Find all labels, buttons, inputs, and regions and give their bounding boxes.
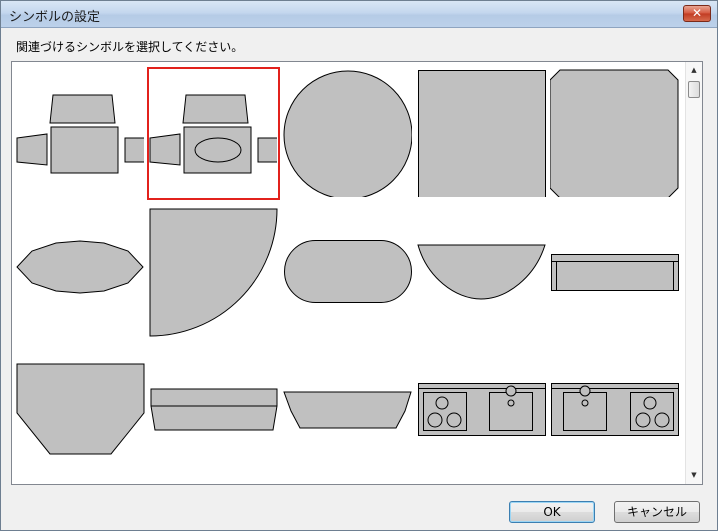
scroll-thumb[interactable] bbox=[688, 81, 700, 98]
oval-table-icon bbox=[16, 240, 144, 294]
symbol-square-table[interactable] bbox=[417, 67, 547, 197]
dialog-title: シンボルの設定 bbox=[9, 10, 101, 25]
square-table-icon bbox=[418, 70, 546, 197]
symbol-quarter-circle[interactable] bbox=[149, 207, 279, 337]
counter-shelf-icon bbox=[551, 254, 679, 291]
dialog-window: シンボルの設定 ✕ 関連づけるシンボルを選択してください。 ▲ ▼ OK キャン… bbox=[0, 0, 718, 531]
octagon-table-icon bbox=[550, 69, 679, 197]
symbol-circle-table[interactable] bbox=[282, 67, 412, 197]
bay-counter-icon bbox=[16, 363, 145, 455]
symbol-desk-chairs[interactable] bbox=[16, 67, 144, 197]
sink-stove-icon bbox=[551, 383, 679, 436]
close-button[interactable]: ✕ bbox=[683, 5, 711, 22]
scroll-down-arrow-icon[interactable]: ▼ bbox=[686, 467, 702, 484]
angled-counter-icon bbox=[283, 391, 412, 429]
title-bar[interactable]: シンボルの設定 ✕ bbox=[1, 1, 717, 28]
quarter-circle-icon bbox=[149, 208, 278, 337]
desk-chairs-icon bbox=[16, 94, 144, 174]
cancel-button[interactable]: キャンセル bbox=[614, 501, 700, 523]
symbol-half-circle[interactable] bbox=[417, 207, 547, 337]
close-icon: ✕ bbox=[691, 6, 703, 20]
symbol-list: ▲ ▼ bbox=[11, 61, 703, 485]
selection-highlight bbox=[147, 67, 280, 200]
symbol-octagon-table[interactable] bbox=[550, 67, 682, 197]
symbol-stove-left-sink[interactable] bbox=[417, 362, 547, 462]
symbol-trapezoid-counter[interactable] bbox=[149, 362, 279, 462]
instruction-text: 関連づけるシンボルを選択してください。 bbox=[16, 40, 244, 54]
symbol-angled-counter[interactable] bbox=[282, 362, 412, 462]
ok-button[interactable]: OK bbox=[509, 501, 595, 523]
symbol-oval-table[interactable] bbox=[16, 207, 146, 337]
stove-sink-icon bbox=[418, 383, 546, 436]
rounded-table-icon bbox=[284, 240, 412, 303]
vertical-scrollbar[interactable]: ▲ ▼ bbox=[685, 62, 702, 484]
half-circle-icon bbox=[417, 244, 546, 300]
symbol-rounded-table[interactable] bbox=[282, 207, 412, 337]
scroll-up-arrow-icon[interactable]: ▲ bbox=[686, 62, 702, 79]
trapezoid-counter-icon bbox=[150, 388, 278, 431]
symbol-bay-counter[interactable] bbox=[16, 362, 146, 462]
symbol-counter-shelf[interactable] bbox=[550, 207, 682, 337]
symbol-sink-right-stove[interactable] bbox=[550, 362, 682, 462]
circle-table-icon bbox=[283, 70, 412, 197]
